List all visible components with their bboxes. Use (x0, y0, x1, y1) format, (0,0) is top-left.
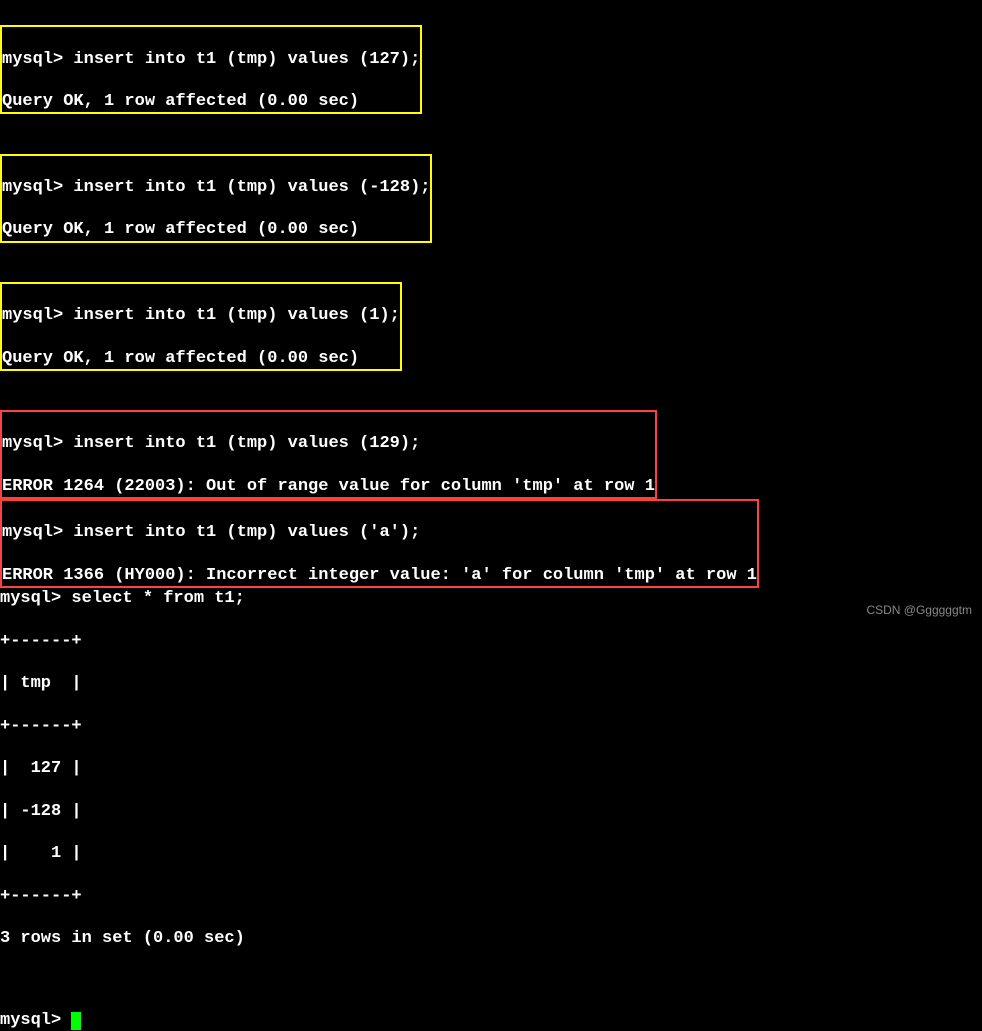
sql-insert-command: mysql> insert into t1 (tmp) values (-128… (2, 177, 430, 198)
result-summary: 3 rows in set (0.00 sec) (0, 928, 982, 949)
sql-response-error: ERROR 1366 (HY000): Incorrect integer va… (2, 565, 757, 586)
table-border: +------+ (0, 886, 982, 907)
sql-insert-command: mysql> insert into t1 (tmp) values ('a')… (2, 522, 757, 543)
table-header: | tmp | (0, 673, 982, 694)
table-border: +------+ (0, 716, 982, 737)
sql-response-ok: Query OK, 1 row affected (0.00 sec) (2, 348, 400, 369)
sql-insert-command: mysql> insert into t1 (tmp) values (129)… (2, 433, 655, 454)
sql-response-error: ERROR 1264 (22003): Out of range value f… (2, 476, 655, 497)
highlighted-block-success-1: mysql> insert into t1 (tmp) values (127)… (0, 25, 422, 114)
highlighted-block-error-1: mysql> insert into t1 (tmp) values (129)… (0, 410, 657, 499)
mysql-prompt[interactable]: mysql> (0, 1011, 71, 1030)
highlighted-block-success-2: mysql> insert into t1 (tmp) values (-128… (0, 154, 432, 243)
table-row: | 1 | (0, 843, 982, 864)
highlighted-block-success-3: mysql> insert into t1 (tmp) values (1); … (0, 282, 402, 371)
highlighted-block-error-2: mysql> insert into t1 (tmp) values ('a')… (0, 499, 759, 588)
sql-response-ok: Query OK, 1 row affected (0.00 sec) (2, 219, 430, 240)
sql-insert-command: mysql> insert into t1 (tmp) values (1); (2, 305, 400, 326)
sql-response-ok: Query OK, 1 row affected (0.00 sec) (2, 91, 420, 112)
sql-select-command: mysql> select * from t1; (0, 588, 982, 609)
table-row: | 127 | (0, 758, 982, 779)
table-row: | -128 | (0, 801, 982, 822)
table-border: +------+ (0, 631, 982, 652)
watermark-text: CSDN @Ggggggtm (866, 603, 972, 618)
terminal-output[interactable]: mysql> insert into t1 (tmp) values (127)… (0, 4, 982, 1031)
sql-insert-command: mysql> insert into t1 (tmp) values (127)… (2, 49, 420, 70)
cursor-icon (71, 1012, 81, 1030)
